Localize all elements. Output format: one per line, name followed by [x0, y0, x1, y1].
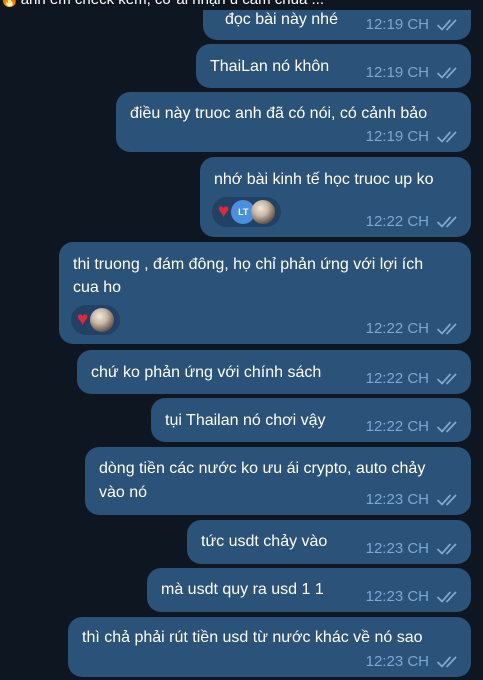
- message-bubble[interactable]: thì chả phải rút tiền usd từ nước khác v…: [68, 617, 471, 677]
- message-time: 12:19 CH: [365, 128, 429, 145]
- heart-reaction-icon[interactable]: ♥: [218, 197, 229, 227]
- message-reactions[interactable]: ♥: [71, 305, 121, 335]
- double-check-icon: [437, 420, 461, 434]
- double-check-icon: [437, 493, 461, 507]
- message-text: vào nó: [99, 484, 148, 501]
- chat-history[interactable]: 🔥anh em check kèm, cơ ai nhận ủ cảm chủa…: [0, 0, 483, 680]
- message-text: dòng tiền các nước ko ưu ái crypto, auto…: [99, 460, 426, 477]
- message-bubble[interactable]: dòng tiền các nước ko ưu ái crypto, auto…: [85, 447, 471, 515]
- message-meta: 12:19 CH: [366, 16, 461, 34]
- message-bubble[interactable]: tụi Thailan nó chơi vậy 12:22 CH: [151, 398, 471, 442]
- double-check-icon: [437, 130, 461, 144]
- message-time: 12:19 CH: [365, 16, 429, 33]
- message-bubble[interactable]: ThaiLan nó khôn 12:19 CH: [196, 44, 471, 88]
- message-time: 12:23 CH: [365, 540, 429, 557]
- message-time: 12:22 CH: [365, 370, 429, 387]
- message-text: điều này truoc anh đã có nói, có cảnh bả…: [130, 105, 428, 122]
- message-bubble[interactable]: thi truong , đám đông, họ chỉ phản ứng v…: [59, 242, 471, 344]
- message-meta: 12:23 CH: [366, 540, 461, 558]
- message-meta: 12:19 CH: [366, 64, 461, 82]
- avatar: [251, 200, 276, 224]
- message-meta: 12:19 CH: [366, 128, 461, 146]
- message-text: tức usdt chảy vào: [201, 533, 328, 550]
- double-check-icon: [437, 590, 461, 604]
- message-text: tụi Thailan nó chơi vậy: [165, 412, 326, 429]
- message-text: thi truong , đám đông, họ chỉ phản ứng v…: [73, 256, 424, 273]
- message-bubble[interactable]: chứ ko phản ứng với chính sách 12:22 CH: [77, 350, 471, 394]
- double-check-icon: [437, 655, 461, 669]
- message-text: cua ho: [73, 279, 122, 296]
- message-time: 12:23 CH: [365, 491, 429, 508]
- message-bubble[interactable]: tức usdt chảy vào 12:23 CH: [187, 520, 471, 564]
- message-time: 12:22 CH: [365, 213, 429, 230]
- message-text: nhớ bài kinh tế học truoc up ko: [214, 171, 434, 188]
- message-text: chứ ko phản ứng với chính sách: [91, 364, 322, 381]
- double-check-icon: [437, 542, 461, 556]
- double-check-icon: [437, 18, 461, 32]
- message-text: thì chả phải rút tiền usd từ nước khác v…: [82, 629, 423, 646]
- message-time: 12:23 CH: [365, 653, 429, 670]
- message-bubble[interactable]: mà usdt quy ra usd 1 1 12:23 CH: [147, 568, 471, 612]
- message-time: 12:22 CH: [365, 320, 429, 337]
- double-check-icon: [437, 372, 461, 386]
- message-reactions[interactable]: ♥ LT: [212, 197, 282, 227]
- message-text: mà usdt quy ra usd 1 1: [161, 581, 324, 598]
- message-bubble[interactable]: nhớ bài kinh tế học truoc up ko ♥ LT 12:…: [200, 157, 471, 237]
- message-meta: 12:22 CH: [366, 370, 461, 388]
- double-check-icon: [437, 66, 461, 80]
- message-meta: 12:22 CH: [366, 320, 461, 338]
- heart-reaction-icon[interactable]: ♥: [77, 305, 88, 335]
- message-text: ThaiLan nó khôn: [210, 58, 330, 75]
- top-preview-text: anh em check kèm, cơ ai nhận ủ cảm chủa …: [21, 0, 324, 8]
- top-preview: 🔥anh em check kèm, cơ ai nhận ủ cảm chủa…: [0, 0, 483, 10]
- message-meta: 12:23 CH: [366, 588, 461, 606]
- message-meta: 12:23 CH: [366, 653, 461, 671]
- message-time: 12:22 CH: [365, 418, 429, 435]
- avatar: [90, 308, 115, 332]
- message-meta: 12:22 CH: [366, 418, 461, 436]
- message-time: 12:23 CH: [365, 588, 429, 605]
- message-bubble[interactable]: điều này truoc anh đã có nói, có cảnh bả…: [116, 92, 471, 152]
- fire-emoji-icon: 🔥: [0, 0, 19, 8]
- message-meta: 12:23 CH: [366, 491, 461, 509]
- double-check-icon: [437, 215, 461, 229]
- message-time: 12:19 CH: [365, 64, 429, 81]
- double-check-icon: [437, 322, 461, 336]
- message-meta: 12:22 CH: [366, 213, 461, 231]
- message-text: đọc bài này nhé: [225, 11, 338, 28]
